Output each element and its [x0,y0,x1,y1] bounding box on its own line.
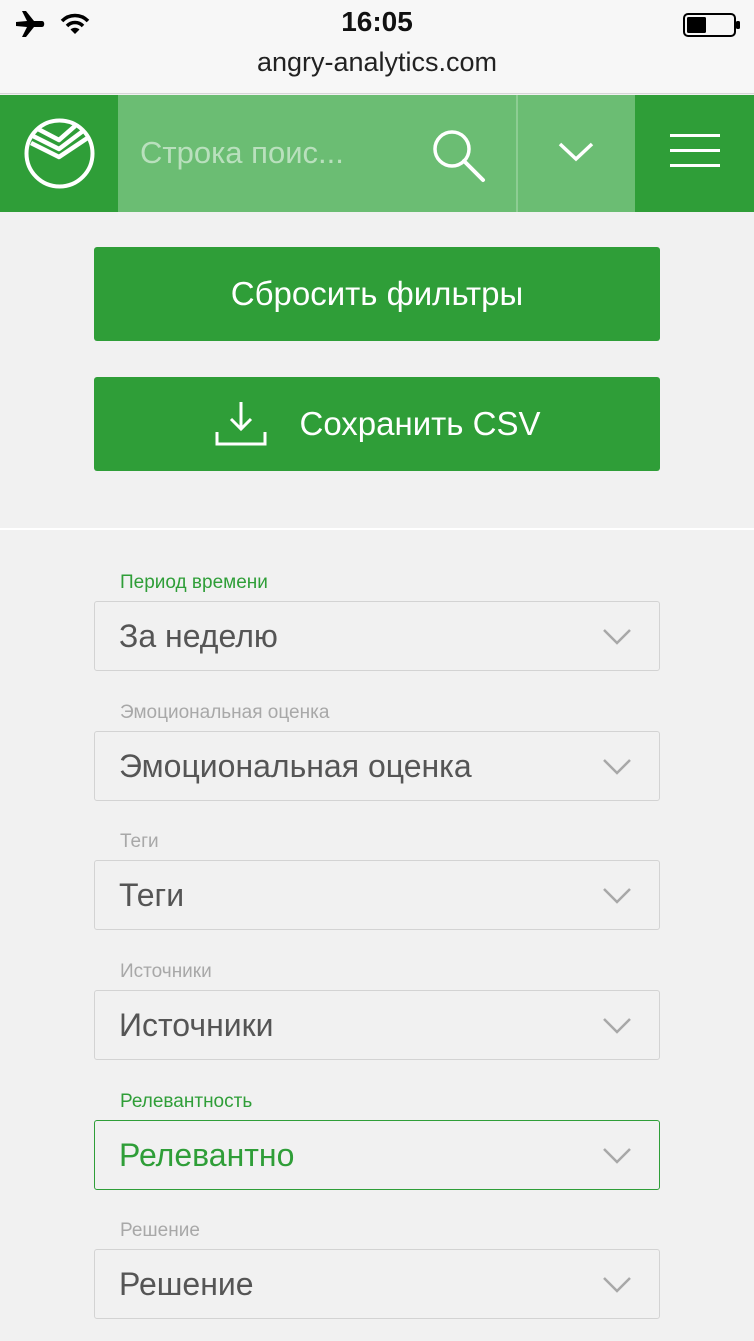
save-csv-label: Сохранить CSV [299,405,541,442]
chevron-down-icon [603,1018,631,1034]
chevron-down-icon [558,142,594,162]
search-bar [118,95,516,212]
chevron-down-icon [603,629,631,645]
save-csv-button[interactable]: Сохранить CSV [94,377,660,471]
menu-button[interactable] [636,95,754,212]
select-period-value: За неделю [119,618,278,654]
reset-filters-label: Сбросить фильтры [230,275,524,312]
search-icon[interactable] [430,127,488,185]
search-input[interactable] [140,131,410,175]
select-tags[interactable]: Теги [94,860,660,930]
filter-label-period: Период времени [120,572,268,593]
battery-icon [683,13,740,37]
chevron-down-icon [603,888,631,904]
reset-filters-button[interactable]: Сбросить фильтры [94,247,660,341]
search-dropdown-button[interactable] [518,95,635,212]
sberbank-logo[interactable] [23,117,96,190]
chevron-down-icon [603,1148,631,1164]
filter-label-relevance: Релевантность [120,1091,253,1112]
select-tags-value: Теги [119,877,185,913]
filter-label-decision: Решение [120,1220,200,1241]
select-sentiment[interactable]: Эмоциональная оценка [94,731,660,801]
select-sources[interactable]: Источники [94,990,660,1060]
hamburger-menu-icon [670,134,720,167]
filter-label-sources: Источники [120,961,212,982]
filter-label-sentiment: Эмоциональная оценка [120,702,330,723]
chevron-down-icon [603,1277,631,1293]
section-divider [0,528,754,530]
url-bar[interactable]: angry-analytics.com [0,47,754,78]
select-sentiment-value: Эмоциональная оценка [119,748,472,784]
select-relevance[interactable]: Релевантно [94,1120,660,1190]
download-icon [215,402,267,446]
select-sources-value: Источники [119,1007,274,1043]
app-header [0,95,754,212]
status-time: 16:05 [341,6,413,37]
chevron-down-icon [603,759,631,775]
filter-label-tags: Теги [120,831,159,852]
select-decision-value: Решение [119,1266,254,1302]
select-period[interactable]: За неделю [94,601,660,671]
select-relevance-value: Релевантно [119,1137,295,1173]
status-bar: 16:05 angry-analytics.com [0,0,754,94]
select-decision[interactable]: Решение [94,1249,660,1319]
